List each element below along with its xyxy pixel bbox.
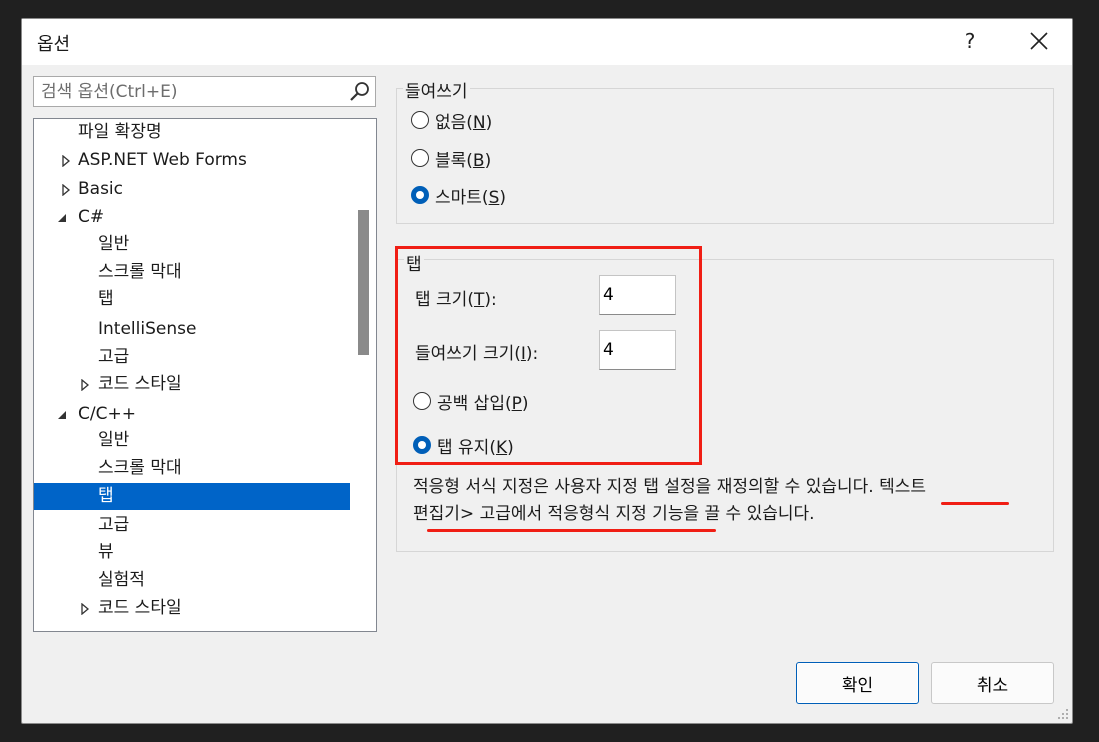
indent-smart-label: 스마트(S): [435, 187, 506, 208]
collapse-arrow-icon[interactable]: [56, 204, 68, 231]
expand-arrow-icon[interactable]: [79, 371, 91, 398]
note-line-2: 편집기> 고급에서 적응형식 지정 기능을 끌 수 있습니다.: [413, 504, 815, 524]
search-input[interactable]: [34, 77, 348, 106]
tree-item-label: 탭: [98, 289, 114, 309]
tree-item-label: 고급: [98, 515, 130, 535]
tree-item[interactable]: 고급: [34, 512, 350, 539]
annotation-highlight-box: [395, 246, 702, 465]
dialog-title: 옵션: [37, 34, 71, 55]
tree-item-label: 파일 확장명: [78, 122, 162, 142]
tree-item-label: 코드 스타일: [98, 598, 182, 618]
tree-item-label: 뷰: [98, 542, 114, 562]
help-button[interactable]: ?: [947, 19, 993, 63]
tree-item[interactable]: 스크롤 막대: [34, 455, 350, 482]
note-line-1: 적응형 서식 지정은 사용자 지정 탭 설정을 재정의할 수 있습니다. 텍스트: [413, 477, 927, 497]
indent-block-radio[interactable]: 블록(B): [411, 145, 491, 171]
tree-item-label: Basic: [78, 179, 124, 199]
radio-circle: [411, 111, 429, 129]
ok-button[interactable]: 확인: [796, 662, 919, 704]
indent-block-label: 블록(B): [435, 150, 492, 171]
annotation-underline-2: [427, 529, 716, 532]
close-button[interactable]: [1016, 19, 1062, 63]
tree-item-label: ASP.NET Web Forms: [78, 150, 247, 170]
indent-none-radio[interactable]: 없음(N): [411, 107, 492, 133]
options-tree[interactable]: 파일 확장명 ASP.NET Web Forms Basic C# 일반 스크롤 막대 탭 I…: [33, 118, 377, 632]
tree-item[interactable]: 뷰: [34, 539, 350, 566]
expand-arrow-icon[interactable]: [60, 176, 72, 203]
tree-item[interactable]: 일반: [34, 427, 350, 454]
search-icon[interactable]: [348, 80, 372, 104]
collapse-arrow-icon[interactable]: [56, 401, 68, 428]
tree-item-label: C/C++: [78, 404, 136, 424]
close-icon: [1030, 32, 1048, 50]
tree-scrollbar[interactable]: [350, 119, 376, 631]
tree-item[interactable]: 스크롤 막대: [34, 259, 350, 286]
radio-circle: [411, 149, 429, 167]
cancel-button[interactable]: 취소: [931, 662, 1054, 704]
tree-item-label: C#: [78, 207, 105, 227]
tree-item[interactable]: 코드 스타일: [34, 371, 350, 398]
tree-item[interactable]: 탭: [34, 483, 350, 510]
tree-item[interactable]: 코드 스타일: [34, 595, 350, 622]
tree-item[interactable]: 실험적: [34, 567, 350, 594]
tree-item[interactable]: 파일 확장명: [34, 119, 350, 146]
tree-item-label: 실험적: [98, 570, 145, 590]
scrollbar-thumb[interactable]: [358, 210, 369, 355]
tree-item-label: 고급: [98, 347, 130, 367]
search-box[interactable]: [33, 76, 376, 107]
annotation-underline-1: [941, 502, 1009, 505]
title-bar: 옵션 ?: [22, 19, 1072, 65]
tree-item[interactable]: IntelliSense: [34, 316, 350, 343]
tree-item-label: 스크롤 막대: [98, 458, 182, 478]
tree-item-label: 스크롤 막대: [98, 262, 182, 282]
tree-item[interactable]: Basic: [34, 176, 350, 203]
indent-group-title: 들여쓰기: [403, 77, 470, 102]
tree-item[interactable]: ASP.NET Web Forms: [34, 147, 350, 174]
tree-item-label: 일반: [98, 430, 130, 450]
tree-item[interactable]: 일반: [34, 231, 350, 258]
options-dialog: 옵션 ? 파일 확장명ASP.NET Web FormsBasicC#일반스크롤…: [21, 18, 1073, 724]
resize-grip-icon[interactable]: [1057, 708, 1069, 720]
tree-item[interactable]: C/C++: [34, 401, 350, 428]
expand-arrow-icon[interactable]: [79, 595, 91, 622]
tree-item-label: 탭: [98, 486, 114, 506]
tree-item[interactable]: C#: [34, 204, 350, 231]
tree-item-label: 코드 스타일: [98, 374, 182, 394]
tree-item[interactable]: 고급: [34, 344, 350, 371]
tree-item[interactable]: 탭: [34, 286, 350, 313]
adaptive-formatting-note: 적응형 서식 지정은 사용자 지정 탭 설정을 재정의할 수 있습니다. 텍스트…: [413, 474, 1053, 528]
expand-arrow-icon[interactable]: [60, 147, 72, 174]
indent-none-label: 없음(N): [435, 112, 493, 133]
indent-smart-radio[interactable]: 스마트(S): [411, 182, 506, 208]
tree-item-label: IntelliSense: [98, 319, 197, 339]
tree-item-label: 일반: [98, 234, 130, 254]
radio-circle: [411, 186, 429, 204]
